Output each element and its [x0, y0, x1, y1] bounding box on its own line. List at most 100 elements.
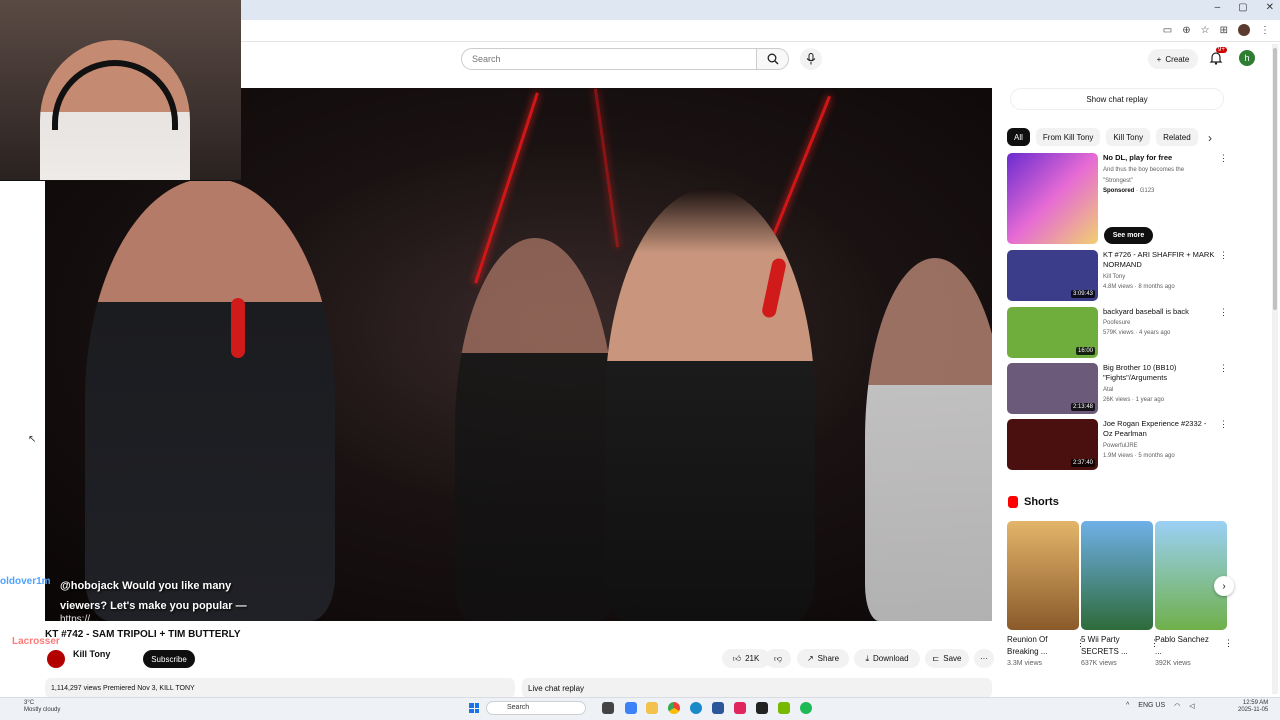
window-controls: – ▢ ✕ [1215, 2, 1274, 13]
video-title-link[interactable]: Big Brother 10 (BB10) "Fights"/Arguments [1103, 363, 1215, 383]
video-title: KT #742 - SAM TRIPOLI + TIM BUTTERLY [45, 629, 241, 640]
bookmark-icon: ⊏ [932, 654, 940, 663]
terminal-icon[interactable] [756, 702, 768, 714]
store-icon[interactable] [712, 702, 724, 714]
download-button[interactable]: ⤓ Download [854, 649, 920, 668]
live-chat-replay-bar[interactable]: Live chat replay [522, 678, 992, 698]
wifi-icon[interactable]: ◠ [1174, 702, 1180, 710]
chevron-right-icon[interactable]: › [1208, 131, 1212, 145]
video-title-link[interactable]: Joe Rogan Experience #2332 - Oz Pearlman [1103, 419, 1215, 439]
share-button[interactable]: ↗ Share [797, 649, 849, 668]
folder-icon[interactable] [646, 702, 658, 714]
search-field[interactable] [461, 48, 757, 70]
search-input[interactable] [462, 49, 756, 69]
recommended-video[interactable]: 2:37:40 Joe Rogan Experience #2332 - Oz … [1007, 419, 1228, 470]
spotify-icon[interactable] [800, 702, 812, 714]
volume-icon[interactable]: ◁ [1189, 702, 1194, 710]
shorts-next-arrow-icon[interactable]: › [1214, 576, 1234, 596]
short-thumbnail[interactable] [1007, 521, 1079, 630]
short-thumbnail[interactable] [1081, 521, 1153, 630]
video-duration: 2:13:48 [1070, 403, 1095, 411]
cast-icon[interactable]: ▭ [1163, 25, 1172, 36]
video-meta: 579K views · 4 years ago [1103, 330, 1171, 336]
minimize-button[interactable]: – [1215, 2, 1221, 13]
overlay-chat-username: oldover1m [0, 576, 51, 587]
voice-search-button[interactable] [800, 48, 822, 70]
live-chat-replay-label: Live chat replay [528, 684, 585, 693]
recommended-video[interactable]: 16:00 backyard baseball is back Poofesur… [1007, 307, 1228, 358]
browser-profile-avatar[interactable] [1238, 24, 1250, 36]
see-more-button[interactable]: See more [1104, 227, 1153, 244]
video-person-woman [605, 188, 815, 621]
file-explorer-icon[interactable] [602, 702, 614, 714]
save-button[interactable]: ⊏ Save [925, 649, 969, 668]
weather-temp: 3°C [24, 700, 35, 706]
edge-icon[interactable] [625, 702, 637, 714]
search-button[interactable] [757, 48, 789, 70]
more-vert-icon[interactable]: ⋮ [1219, 153, 1228, 164]
windows-start-icon[interactable] [469, 703, 479, 713]
microphone-icon [806, 53, 816, 65]
extensions-icon[interactable]: ⊞ [1220, 25, 1228, 36]
subscribe-button[interactable]: Subscribe [143, 650, 195, 668]
browser-menu-icon[interactable]: ⋮ [1260, 25, 1270, 36]
description-box[interactable]: 1,114,297 views Premiered Nov 3, KILL TO… [45, 678, 515, 698]
bookmark-star-icon[interactable]: ☆ [1201, 25, 1210, 36]
like-count: 21K [745, 654, 760, 663]
close-button[interactable]: ✕ [1266, 2, 1274, 13]
taskbar-clock[interactable]: 12:59 AM 2025-11-05 [1238, 700, 1268, 714]
video-title-link[interactable]: backyard baseball is back [1103, 307, 1215, 317]
ad-title[interactable]: No DL, play for free [1103, 153, 1215, 163]
share-icon: ↗ [806, 654, 814, 663]
recommended-video[interactable]: 3:09:43 KT #726 - ARI SHAFFIR + MARK NOR… [1007, 250, 1228, 301]
more-vert-icon[interactable]: ⋮ [1219, 363, 1228, 374]
more-actions-button[interactable]: ··· [974, 649, 994, 668]
media-app-icon[interactable] [734, 702, 746, 714]
maximize-button[interactable]: ▢ [1238, 2, 1247, 13]
short-item[interactable]: 5 Wii Party SECRETS ... 637K views ⋮ [1081, 521, 1159, 667]
more-vert-icon[interactable]: ⋮ [1224, 638, 1233, 649]
create-button[interactable]: + Create [1148, 49, 1198, 69]
nvidia-icon[interactable] [778, 702, 790, 714]
more-vert-icon[interactable]: ⋮ [1219, 250, 1228, 261]
tray-chevron-icon[interactable]: ^ [1126, 702, 1129, 710]
browser-icon[interactable] [690, 702, 702, 714]
notification-count-badge: 9+ [1216, 47, 1227, 53]
short-thumbnail[interactable] [1155, 521, 1227, 630]
short-item[interactable]: Pablo Sanchez ... 392K views ⋮ [1155, 521, 1233, 667]
account-avatar[interactable]: h [1239, 50, 1255, 66]
weather-widget[interactable]: 3°C Mostly cloudy [24, 700, 60, 714]
video-thumbnail[interactable]: 2:13:48 [1007, 363, 1098, 414]
short-views: 392K views [1155, 660, 1191, 667]
video-title-link[interactable]: KT #726 - ARI SHAFFIR + MARK NORMAND [1103, 250, 1215, 270]
ad-item[interactable]: No DL, play for free And thus the boy be… [1007, 153, 1228, 245]
show-chat-replay-button[interactable]: Show chat replay [1010, 88, 1224, 110]
short-item[interactable]: Reunion Of Breaking ... 3.3M views ⋮ [1007, 521, 1085, 667]
ad-thumbnail[interactable] [1007, 153, 1098, 244]
like-button[interactable]: 👍︎ 21K [722, 649, 770, 668]
more-vert-icon[interactable]: ⋮ [1219, 419, 1228, 430]
video-thumbnail[interactable]: 16:00 [1007, 307, 1098, 358]
channel-avatar[interactable] [47, 650, 65, 668]
chip-all[interactable]: All [1007, 128, 1030, 146]
system-tray: ^ ENG US ◠ ◁ [1126, 702, 1195, 710]
recommended-video[interactable]: 2:13:48 Big Brother 10 (BB10) "Fights"/A… [1007, 363, 1228, 414]
scrollbar-thumb[interactable] [1273, 48, 1277, 310]
video-thumbnail[interactable]: 3:09:43 [1007, 250, 1098, 301]
short-title[interactable]: 5 Wii Party SECRETS ... [1081, 634, 1141, 658]
chip-related[interactable]: Related [1156, 128, 1198, 146]
tray-language[interactable]: ENG US [1138, 702, 1165, 710]
taskbar-search[interactable]: Search [486, 701, 586, 715]
video-thumbnail[interactable]: 2:37:40 [1007, 419, 1098, 470]
chip-kill-tony[interactable]: Kill Tony [1106, 128, 1151, 146]
clock-time: 12:59 AM [1242, 700, 1269, 706]
channel-name[interactable]: Kill Tony [73, 649, 110, 659]
chrome-icon[interactable] [668, 702, 680, 714]
short-title[interactable]: Reunion Of Breaking ... [1007, 634, 1067, 658]
short-title[interactable]: Pablo Sanchez ... [1155, 634, 1215, 658]
chip-from-kill-tony[interactable]: From Kill Tony [1035, 128, 1101, 146]
video-meta: 26K views · 1 year ago [1103, 397, 1165, 403]
zoom-icon[interactable]: ⊕ [1182, 25, 1190, 36]
dislike-button[interactable]: 👎︎ [765, 649, 791, 668]
more-vert-icon[interactable]: ⋮ [1219, 307, 1228, 318]
